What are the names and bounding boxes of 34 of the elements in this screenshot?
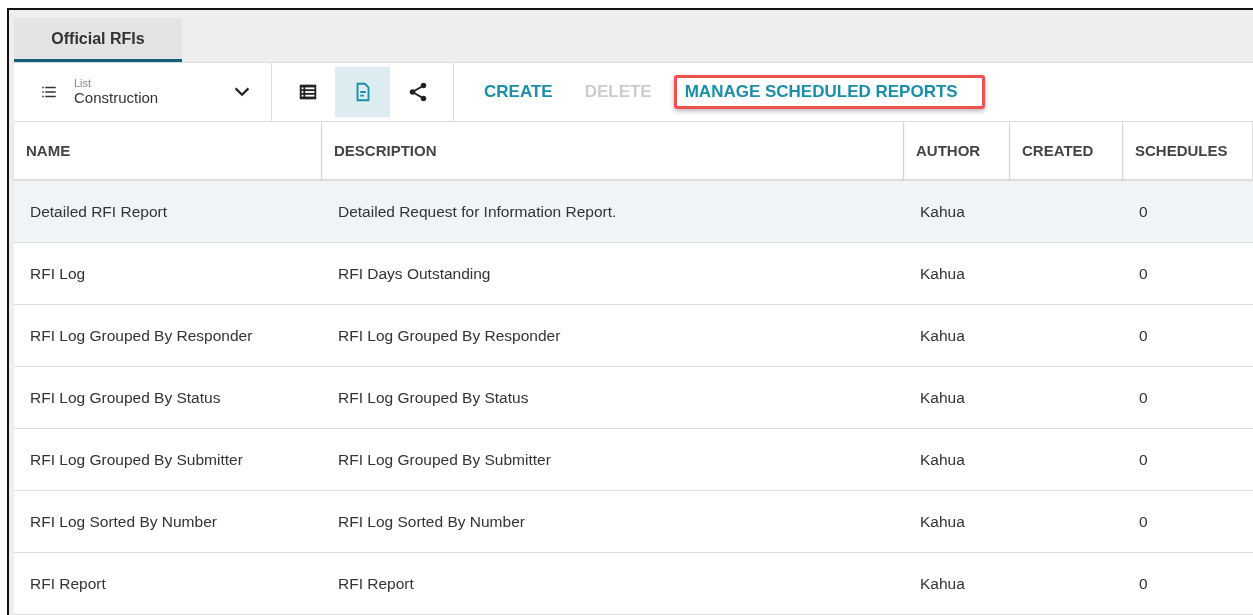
table-cell: RFI Log Grouped By Status <box>322 367 904 429</box>
table-cell: Kahua <box>904 367 1010 429</box>
table-cell: RFI Log Grouped By Submitter <box>322 429 904 491</box>
table-cell: 0 <box>1123 243 1253 305</box>
table-cell: Kahua <box>904 491 1010 553</box>
table-cell: RFI Log Grouped By Submitter <box>14 429 322 491</box>
tab[interactable]: Official RFIs <box>14 18 182 62</box>
table-cell: RFI Log <box>14 243 322 305</box>
table-cell: RFI Report <box>14 553 322 615</box>
table-cell: RFI Log Sorted By Number <box>322 491 904 553</box>
view-picker[interactable]: List Construction <box>14 63 272 121</box>
table-cell: RFI Log Grouped By Responder <box>322 305 904 367</box>
action-link[interactable]: CREATE <box>474 77 563 107</box>
picker-caption: List <box>74 77 93 89</box>
table-cell: Kahua <box>904 243 1010 305</box>
table-cell: Kahua <box>904 181 1010 243</box>
table-cell: RFI Days Outstanding <box>322 243 904 305</box>
table-cell: Detailed RFI Report <box>14 181 322 243</box>
picker-value: Construction <box>74 89 160 107</box>
table-cell: Kahua <box>904 429 1010 491</box>
table-cell: Detailed Request for Information Report. <box>322 181 904 243</box>
table-cell: 0 <box>1123 429 1253 491</box>
action-link[interactable]: MANAGE SCHEDULED REPORTS <box>673 75 985 109</box>
table-cell: Kahua <box>904 305 1010 367</box>
table-cell: RFI Log Grouped By Responder <box>14 305 322 367</box>
table-cell: 0 <box>1123 491 1253 553</box>
table-cell: 0 <box>1123 305 1253 367</box>
table-cell: 0 <box>1123 553 1253 615</box>
table-cell: 0 <box>1123 367 1253 429</box>
table-cell: RFI Report <box>322 553 904 615</box>
table-cell: RFI Log Grouped By Status <box>14 367 322 429</box>
table-cell: 0 <box>1123 181 1253 243</box>
table-cell: Kahua <box>904 553 1010 615</box>
table-cell: RFI Log Sorted By Number <box>14 491 322 553</box>
